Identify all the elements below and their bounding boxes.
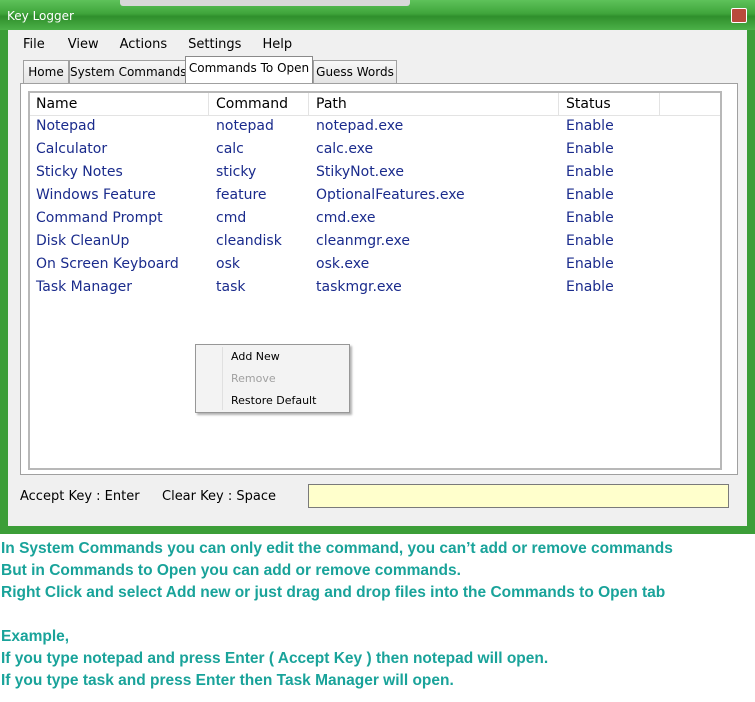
cell-command: osk bbox=[216, 256, 240, 272]
context-menu-gutter bbox=[222, 347, 223, 410]
tab-commands-to-open[interactable]: Commands To Open bbox=[185, 56, 313, 83]
tab-system-commands[interactable]: System Commands bbox=[69, 60, 187, 83]
cell-command: notepad bbox=[216, 118, 274, 134]
cell-name: Calculator bbox=[36, 141, 108, 157]
note-line: If you type notepad and press Enter ( Ac… bbox=[1, 650, 549, 667]
column-header-path[interactable]: Path bbox=[316, 96, 347, 112]
background-window-strip bbox=[120, 0, 410, 6]
cell-status: Enable bbox=[566, 210, 614, 226]
cell-path: cleanmgr.exe bbox=[316, 233, 410, 249]
note-line: Right Click and select Add new or just d… bbox=[1, 584, 666, 601]
cell-status: Enable bbox=[566, 256, 614, 272]
cell-command: task bbox=[216, 279, 246, 295]
cell-name: Command Prompt bbox=[36, 210, 163, 226]
cell-status: Enable bbox=[566, 118, 614, 134]
title-bar[interactable]: Key Logger bbox=[0, 0, 755, 30]
cell-name: Windows Feature bbox=[36, 187, 156, 203]
table-row[interactable]: Task Manager task taskmgr.exe Enable bbox=[30, 279, 720, 302]
cell-name: Disk CleanUp bbox=[36, 233, 130, 249]
cell-path: OptionalFeatures.exe bbox=[316, 187, 465, 203]
cell-command: cmd bbox=[216, 210, 247, 226]
context-add-new[interactable]: Add New bbox=[231, 350, 280, 363]
cell-name: On Screen Keyboard bbox=[36, 256, 179, 272]
cell-status: Enable bbox=[566, 279, 614, 295]
window-frame-bottom bbox=[0, 526, 755, 534]
close-button[interactable] bbox=[731, 8, 747, 23]
cell-command: sticky bbox=[216, 164, 257, 180]
note-line: But in Commands to Open you can add or r… bbox=[1, 562, 461, 579]
cell-status: Enable bbox=[566, 187, 614, 203]
window-frame-left bbox=[0, 30, 8, 532]
cell-command: cleandisk bbox=[216, 233, 282, 249]
accept-key-label: Accept Key : Enter bbox=[20, 489, 140, 504]
window-title: Key Logger bbox=[7, 9, 74, 23]
note-line-blank bbox=[1, 604, 755, 626]
context-restore-default[interactable]: Restore Default bbox=[231, 394, 316, 407]
client-area: File View Actions Settings Help Home Sys… bbox=[8, 30, 747, 526]
table-row[interactable]: Sticky Notes sticky StikyNot.exe Enable bbox=[30, 164, 720, 187]
table-row[interactable]: Calculator calc calc.exe Enable bbox=[30, 141, 720, 164]
cell-path: osk.exe bbox=[316, 256, 370, 272]
cell-name: Task Manager bbox=[36, 279, 133, 295]
list-header: Name Command Path Status bbox=[30, 93, 720, 116]
menu-actions[interactable]: Actions bbox=[113, 37, 175, 57]
cell-command: calc bbox=[216, 141, 244, 157]
note-line: In System Commands you can only edit the… bbox=[1, 540, 673, 557]
cell-name: Sticky Notes bbox=[36, 164, 123, 180]
table-row[interactable]: Command Prompt cmd cmd.exe Enable bbox=[30, 210, 720, 233]
instructions: In System Commands you can only edit the… bbox=[1, 538, 755, 692]
commands-list[interactable]: Name Command Path Status Notepad notepad… bbox=[28, 91, 722, 470]
key-input[interactable] bbox=[308, 484, 729, 508]
cell-status: Enable bbox=[566, 141, 614, 157]
menu-view[interactable]: View bbox=[61, 37, 106, 57]
column-divider[interactable] bbox=[208, 93, 209, 115]
note-line: Example, bbox=[1, 628, 70, 645]
context-remove[interactable]: Remove bbox=[231, 372, 276, 385]
column-divider[interactable] bbox=[558, 93, 559, 115]
cell-path: StikyNot.exe bbox=[316, 164, 404, 180]
cell-path: cmd.exe bbox=[316, 210, 376, 226]
cell-path: taskmgr.exe bbox=[316, 279, 402, 295]
table-row[interactable]: Windows Feature feature OptionalFeatures… bbox=[30, 187, 720, 210]
column-divider[interactable] bbox=[659, 93, 660, 115]
table-row[interactable]: Notepad notepad notepad.exe Enable bbox=[30, 118, 720, 141]
menu-file[interactable]: File bbox=[16, 37, 52, 57]
column-header-status[interactable]: Status bbox=[566, 96, 611, 112]
column-header-command[interactable]: Command bbox=[216, 96, 288, 112]
note-line: If you type task and press Enter then Ta… bbox=[1, 672, 454, 689]
cell-status: Enable bbox=[566, 164, 614, 180]
table-row[interactable]: Disk CleanUp cleandisk cleanmgr.exe Enab… bbox=[30, 233, 720, 256]
menu-bar: File View Actions Settings Help bbox=[16, 37, 306, 57]
table-row[interactable]: On Screen Keyboard osk osk.exe Enable bbox=[30, 256, 720, 279]
context-menu: Add New Remove Restore Default bbox=[195, 344, 350, 413]
cell-path: calc.exe bbox=[316, 141, 374, 157]
clear-key-label: Clear Key : Space bbox=[162, 489, 276, 504]
tab-guess-words[interactable]: Guess Words bbox=[313, 60, 397, 83]
cell-status: Enable bbox=[566, 233, 614, 249]
menu-settings[interactable]: Settings bbox=[181, 37, 248, 57]
cell-command: feature bbox=[216, 187, 267, 203]
tab-panel-commands-to-open: Name Command Path Status Notepad notepad… bbox=[20, 83, 738, 475]
window-frame-right bbox=[747, 30, 755, 532]
column-divider[interactable] bbox=[308, 93, 309, 115]
column-header-name[interactable]: Name bbox=[36, 96, 77, 112]
tab-home[interactable]: Home bbox=[23, 60, 69, 83]
menu-help[interactable]: Help bbox=[255, 37, 299, 57]
cell-name: Notepad bbox=[36, 118, 96, 134]
cell-path: notepad.exe bbox=[316, 118, 404, 134]
